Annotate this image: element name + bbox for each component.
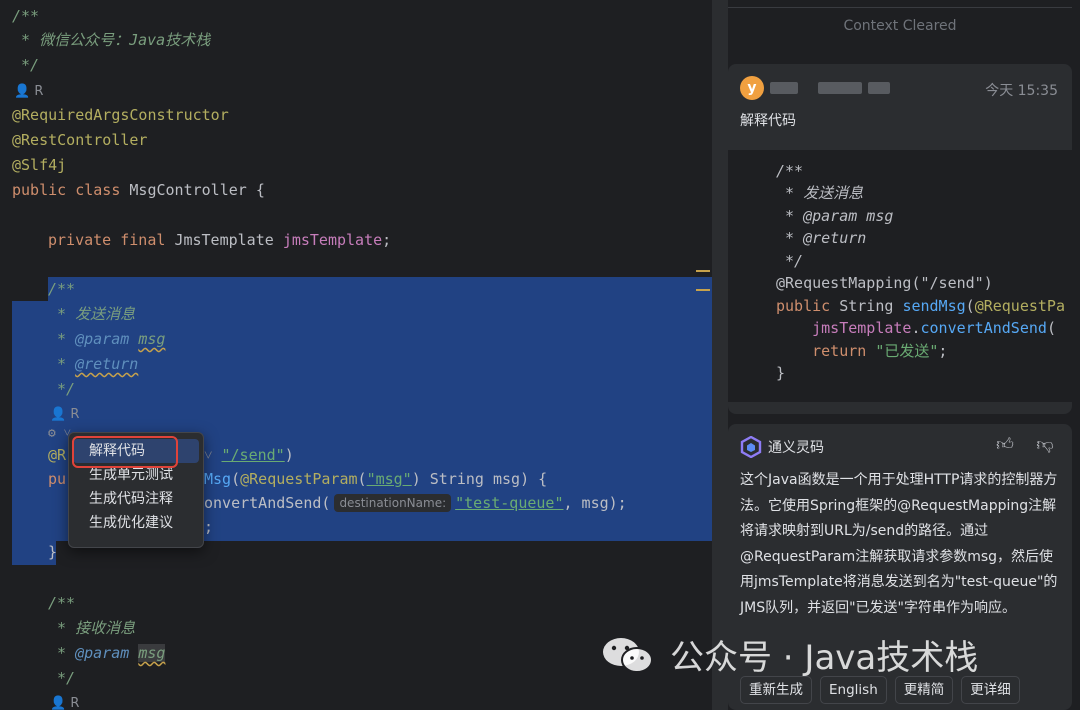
mapping-path: ˅ "/send") <box>204 446 294 464</box>
assistant-name: 通义灵码 <box>768 440 824 456</box>
comment-line: */ <box>12 56 40 74</box>
watermark: 公众号 · Java技术栈 <box>600 630 978 679</box>
param-name-hint: destinationName: <box>334 494 452 512</box>
annotation-line: @RequiredArgsConstructor <box>12 106 229 124</box>
menu-item-optimization[interactable]: 生成优化建议 <box>73 511 199 535</box>
code-line: * @return <box>776 229 867 247</box>
code-line: /** <box>776 162 804 180</box>
thumbs-down-icon[interactable]: 👎︎ <box>1034 434 1056 456</box>
scrollbar-marker[interactable] <box>696 270 710 272</box>
context-cleared-label: Context Cleared <box>843 18 957 34</box>
scrollbar-marker[interactable] <box>696 289 710 291</box>
panel-splitter[interactable] <box>712 0 728 710</box>
method-signature: Msg(@RequestParam("msg") String msg) { <box>204 470 548 488</box>
watermark-text: 公众号 · Java技术栈 <box>670 638 979 678</box>
comment-line: /** <box>12 7 40 25</box>
annotation-line: @RestController <box>12 131 148 149</box>
code-snippet: /** * 发送消息 * @param msg * @return */ @Re… <box>728 150 1072 402</box>
doc-comment-desc: * 发送消息 <box>48 305 136 323</box>
send-call: onvertAndSend(destinationName: "test-queu… <box>204 494 627 512</box>
assistant-reply-text: 这个Java函数是一个用于处理HTTP请求的控制器方法。它使用Spring框架的… <box>740 472 1058 616</box>
doc-comment-return: * @return <box>48 355 139 373</box>
class-declaration: public class MsgController { <box>12 181 265 199</box>
mapping-annotation: @R <box>48 446 67 464</box>
regenerate-button[interactable]: 重新生成 <box>740 676 812 704</box>
code-line: } <box>776 364 786 382</box>
selection-highlight <box>48 277 712 301</box>
english-button[interactable]: English <box>820 676 887 704</box>
doc-comment-open: /** <box>48 594 76 612</box>
user-message: 解释代码 <box>740 113 796 129</box>
field-declaration: private final JmsTemplate jmsTemplate; <box>48 231 392 249</box>
code-line: * @param msg <box>776 207 894 225</box>
doc-comment-param: * @param msg <box>48 644 166 662</box>
assistant-header: 通义灵码 <box>740 436 824 458</box>
method-close-brace: } <box>48 543 58 561</box>
comment-line: * 微信公众号：Java技术栈 <box>12 31 211 49</box>
more-detailed-button[interactable]: 更详细 <box>961 676 1020 704</box>
annotation-line: @Slf4j <box>12 156 67 174</box>
reply-actions: 重新生成 English 更精简 更详细 <box>740 676 1020 704</box>
username-redacted <box>868 82 890 94</box>
tongyi-logo-icon <box>740 436 762 458</box>
author-hint[interactable]: 👤 R <box>50 690 79 710</box>
code-line: */ <box>776 252 804 270</box>
user-message-card: y 今天 15:35 解释代码 /** * 发送消息 * @param msg … <box>728 64 1072 414</box>
return-line-tail: ; <box>204 518 214 536</box>
timestamp: 今天 15:35 <box>985 83 1058 99</box>
doc-comment-desc: * 接收消息 <box>48 619 136 637</box>
doc-comment-open: /** <box>48 280 76 298</box>
code-line: jmsTemplate.convertAndSend( <box>812 319 1056 337</box>
username-redacted <box>770 82 798 94</box>
username-redacted <box>818 82 862 94</box>
code-line: public String sendMsg(@RequestPa <box>776 297 1065 315</box>
doc-comment-close: */ <box>48 669 76 687</box>
red-highlight-box <box>72 436 178 468</box>
author-hint[interactable]: 👤 R <box>14 78 43 102</box>
menu-item-generate-comment[interactable]: 生成代码注释 <box>73 487 199 511</box>
user-header: y <box>740 76 890 100</box>
more-concise-button[interactable]: 更精简 <box>894 676 954 704</box>
code-line: @RequestMapping("/send") <box>776 274 993 292</box>
doc-comment-param: * @param msg <box>48 330 166 348</box>
divider <box>728 0 1072 8</box>
code-editor[interactable]: /** * 微信公众号：Java技术栈 */ 👤 R @RequiredArgs… <box>0 0 712 710</box>
code-line: * 发送消息 <box>776 184 864 202</box>
avatar: y <box>740 76 764 100</box>
method-keyword: pu <box>48 470 67 488</box>
assistant-panel: Context Cleared y 今天 15:35 解释代码 /** * 发送… <box>728 0 1080 710</box>
thumbs-up-icon[interactable]: 👍︎ <box>994 434 1016 456</box>
code-line: return "已发送"; <box>812 342 948 360</box>
wechat-logo-icon <box>603 637 653 673</box>
doc-comment-close: */ <box>48 380 76 398</box>
